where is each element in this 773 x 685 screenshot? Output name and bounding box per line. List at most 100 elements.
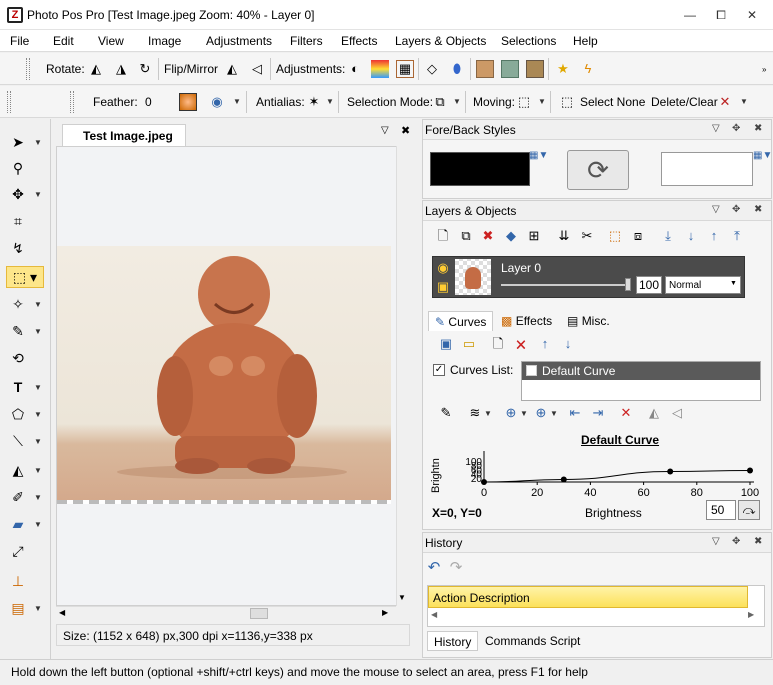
- photo-image[interactable]: [57, 246, 391, 500]
- lock-icon[interactable]: ▣: [434, 278, 452, 296]
- feather-shape-icon[interactable]: ◉: [208, 93, 226, 111]
- stamp-tool-icon[interactable]: ⊥: [7, 570, 29, 592]
- curve-up-icon[interactable]: ↑: [536, 335, 554, 353]
- levels-icon[interactable]: ▦: [396, 60, 414, 78]
- delete-clear-icon[interactable]: ✕: [716, 93, 734, 111]
- vertical-scrollbar[interactable]: ▼: [396, 146, 408, 606]
- chevron-down-icon[interactable]: ▼: [326, 97, 334, 106]
- menu-filters[interactable]: Filters: [290, 34, 323, 48]
- toolbar-grip[interactable]: [7, 91, 11, 113]
- curve-type-icon[interactable]: ≋: [466, 404, 484, 422]
- rectangle-select-tool-icon[interactable]: ⬚ ▾: [6, 266, 44, 288]
- maximize-button[interactable]: ⧠: [709, 6, 733, 24]
- pin-icon[interactable]: ✥: [732, 123, 740, 134]
- pen-select-tool-icon[interactable]: ✎: [7, 320, 29, 342]
- delete-layer-icon[interactable]: ✖: [479, 227, 497, 245]
- history-list[interactable]: Action Description ◀ ▶: [427, 585, 765, 627]
- menu-adjustments[interactable]: Adjustments: [206, 34, 272, 48]
- eyedropper-tool-icon[interactable]: ⤢: [7, 540, 29, 562]
- opacity-input[interactable]: 100: [636, 276, 662, 294]
- undo-icon[interactable]: ↶: [425, 559, 443, 577]
- curve-import-icon[interactable]: ⇤: [566, 404, 584, 422]
- swap-colors-icon[interactable]: ⟳: [567, 150, 629, 190]
- flip-vertical-icon[interactable]: ◭: [223, 60, 241, 78]
- pin-icon[interactable]: ✥: [732, 204, 740, 215]
- redo-icon[interactable]: ↷: [447, 559, 465, 577]
- lasso-tool-icon[interactable]: ⟲: [7, 347, 29, 369]
- scroll-right-icon[interactable]: ▶: [748, 610, 754, 619]
- chevron-down-icon[interactable]: ▽: [381, 125, 389, 136]
- fill-tool-icon[interactable]: ◭: [7, 459, 29, 481]
- flip-horizontal-icon[interactable]: ◁: [248, 60, 266, 78]
- move-tool-icon[interactable]: ✥: [7, 183, 29, 205]
- curve-export-icon[interactable]: ⇥: [589, 404, 607, 422]
- scroll-left-icon[interactable]: ◀: [59, 608, 65, 617]
- back-color-swatch[interactable]: [661, 152, 753, 186]
- scroll-left-icon[interactable]: ◀: [431, 610, 437, 619]
- move-down-icon[interactable]: ↓: [682, 227, 700, 245]
- picture-effect-icon[interactable]: [476, 60, 494, 78]
- color-balance-icon[interactable]: [371, 60, 389, 78]
- add-object-icon[interactable]: ⊞: [525, 227, 543, 245]
- curve-clear-icon[interactable]: ✕: [617, 404, 635, 422]
- picture-filter-icon[interactable]: [501, 60, 519, 78]
- opacity-slider-thumb[interactable]: [625, 278, 631, 291]
- visibility-eye-icon[interactable]: ◉: [434, 259, 452, 277]
- tab-history[interactable]: History: [427, 631, 479, 651]
- new-layer-icon[interactable]: 🗋: [434, 227, 452, 245]
- curves-list-checkbox[interactable]: ✓: [433, 364, 445, 376]
- curve-down-icon[interactable]: ↓: [559, 335, 577, 353]
- brush-tool-icon[interactable]: ✐: [7, 486, 29, 508]
- blend-mode-select[interactable]: Normal ▼: [665, 276, 741, 294]
- curve-up-icon[interactable]: ⊕: [532, 404, 550, 422]
- shape-tool-icon[interactable]: ⬠: [7, 403, 29, 425]
- chevron-down-icon[interactable]: ▼: [233, 97, 241, 106]
- toolbar-grip[interactable]: [26, 58, 30, 80]
- curve-next-icon[interactable]: ⊕: [502, 404, 520, 422]
- scroll-down-icon[interactable]: ▼: [398, 593, 406, 602]
- delete-curve-icon[interactable]: 🗙: [512, 335, 530, 353]
- pin-icon[interactable]: ✥: [732, 536, 740, 547]
- contrast-icon[interactable]: ◐: [346, 60, 364, 78]
- list-item[interactable]: Default Curve: [522, 362, 760, 380]
- toolbar-overflow-icon[interactable]: »: [762, 65, 766, 74]
- toolbar-grip[interactable]: [70, 91, 74, 113]
- move-top-icon[interactable]: ⤒: [728, 227, 746, 245]
- chevron-down-icon[interactable]: ▽: [712, 123, 720, 134]
- zoom-tool-icon[interactable]: ⚲: [7, 157, 29, 179]
- menu-view[interactable]: View: [98, 34, 124, 48]
- drop-fill-icon[interactable]: ⬮: [448, 60, 466, 78]
- save-curve-icon[interactable]: ▣: [437, 335, 455, 353]
- eraser-tool-icon[interactable]: ▰: [7, 513, 29, 535]
- select-none-button[interactable]: Select None: [580, 95, 645, 109]
- fore-color-swatch[interactable]: [430, 152, 530, 186]
- close-doc-icon[interactable]: ✖: [401, 124, 410, 137]
- curve-value-input[interactable]: 50: [706, 500, 736, 520]
- close-window-button[interactable]: ✕: [740, 6, 764, 24]
- select-objects-icon[interactable]: ⬚: [606, 227, 624, 245]
- moving-mode-icon[interactable]: ⬚: [515, 93, 533, 111]
- bandage-tool-icon[interactable]: ▤: [7, 597, 29, 619]
- chevron-down-icon[interactable]: ▼: [550, 409, 558, 418]
- document-tab[interactable]: Test Image.jpeg: [62, 124, 186, 146]
- edit-curve-icon[interactable]: ✎: [437, 404, 455, 422]
- layer-row[interactable]: ◉ ▣ Layer 0 100 Normal ▼: [432, 256, 745, 298]
- curves-list[interactable]: Default Curve: [521, 361, 761, 401]
- tab-effects[interactable]: ▩ Effects: [495, 311, 558, 331]
- chevron-down-icon[interactable]: ▼: [520, 409, 528, 418]
- merge-layer-icon[interactable]: ⇊: [555, 227, 573, 245]
- close-panel-icon[interactable]: ✖: [754, 204, 762, 215]
- horizontal-scrollbar[interactable]: ◀ ▶: [56, 606, 396, 620]
- opacity-slider-track[interactable]: [501, 284, 631, 286]
- chevron-down-icon[interactable]: ▽: [712, 204, 720, 215]
- menu-layers-objects[interactable]: Layers & Objects: [395, 34, 486, 48]
- delete-clear-button[interactable]: Delete/Clear: [651, 95, 718, 109]
- rotate-free-icon[interactable]: ↻: [136, 60, 154, 78]
- rotate-left-icon[interactable]: ◭: [87, 60, 105, 78]
- move-bottom-icon[interactable]: ⤓: [659, 227, 677, 245]
- selection-mode-icon[interactable]: ⧉: [431, 93, 449, 111]
- line-tool-icon[interactable]: ⟍: [7, 430, 29, 452]
- text-tool-icon[interactable]: T: [7, 376, 29, 398]
- menu-edit[interactable]: Edit: [53, 34, 74, 48]
- chevron-down-icon[interactable]: ▼: [740, 97, 748, 106]
